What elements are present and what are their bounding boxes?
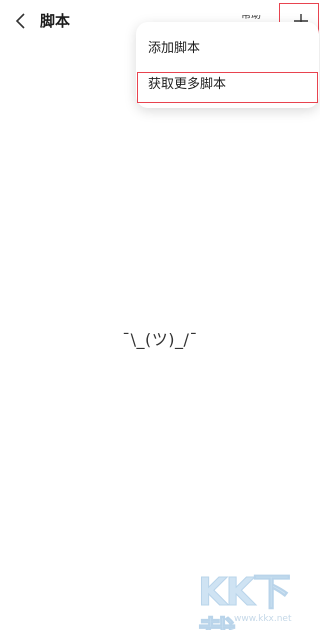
watermark-url: www.kkx.net bbox=[234, 614, 292, 624]
menu-item-add-script[interactable]: 添加脚本 bbox=[136, 30, 319, 68]
help-label: 帮助 bbox=[241, 15, 261, 21]
chevron-left-icon bbox=[15, 13, 25, 29]
back-button[interactable] bbox=[10, 10, 32, 32]
empty-state-text: ¯\_(ツ)_/¯ bbox=[122, 330, 198, 349]
page-title: 脚本 bbox=[40, 12, 71, 30]
watermark-logo: KK下载 bbox=[198, 570, 292, 630]
screen: 脚本 帮助 添加脚本 获取更多脚本 ¯\_(ツ)_/¯ KK下载 www.kkx… bbox=[0, 0, 320, 630]
menu-item-highlight bbox=[137, 72, 318, 103]
watermark: KK下载 www.kkx.net bbox=[198, 570, 318, 630]
